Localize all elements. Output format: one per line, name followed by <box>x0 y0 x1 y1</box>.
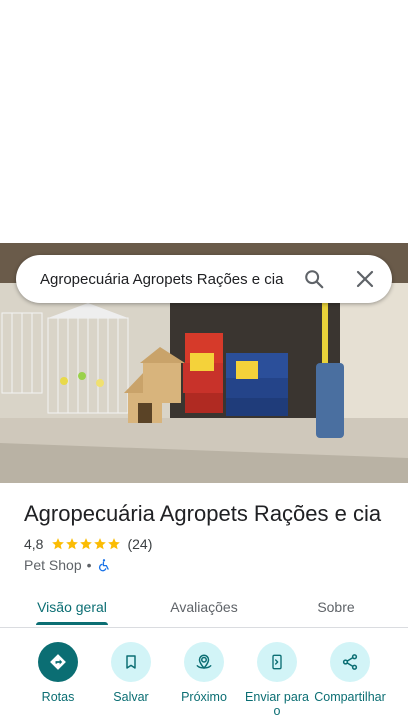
search-input[interactable]: Agropecuária Agropets Rações e cia <box>40 271 290 288</box>
star-icon <box>94 538 107 550</box>
star-icon <box>108 538 121 550</box>
send-to-phone-icon <box>272 654 282 670</box>
tab-about[interactable]: Sobre <box>296 586 376 628</box>
nearby-icon <box>196 654 212 670</box>
place-category: Pet Shop <box>24 557 82 573</box>
separator-dot: • <box>86 557 92 573</box>
wheelchair-accessible-icon[interactable] <box>97 558 111 572</box>
star-icon <box>80 538 93 550</box>
place-title: Agropecuária Agropets Rações e cia <box>24 501 382 526</box>
rating-row[interactable]: 4,8 (24) <box>24 535 152 553</box>
save-circle <box>111 642 151 682</box>
directions-circle <box>38 642 78 682</box>
search-icon[interactable] <box>302 267 326 291</box>
close-icon[interactable] <box>353 267 377 291</box>
directions-button[interactable]: Rotas <box>18 642 98 704</box>
star-rating <box>51 537 121 551</box>
send-to-phone-label: Enviar para o <box>245 690 309 718</box>
nearby-label: Próximo <box>181 690 227 704</box>
search-bar[interactable]: Agropecuária Agropets Rações e cia <box>16 255 392 303</box>
nearby-button[interactable]: Próximo <box>164 642 244 704</box>
action-bar: Rotas Salvar Próximo Enviar para o Compa… <box>0 642 408 726</box>
review-count[interactable]: (24) <box>127 536 152 552</box>
directions-label: Rotas <box>41 690 75 704</box>
save-label: Salvar <box>113 690 149 704</box>
share-icon <box>342 654 358 670</box>
share-label: Compartilhar <box>314 690 386 704</box>
star-icon <box>52 538 65 550</box>
bookmark-icon <box>126 655 136 669</box>
rating-value: 4,8 <box>24 536 44 552</box>
send-to-phone-button[interactable]: Enviar para o <box>237 642 317 718</box>
directions-icon <box>50 654 66 670</box>
blank-area <box>0 0 408 243</box>
nearby-circle <box>184 642 224 682</box>
share-circle <box>330 642 370 682</box>
tab-reviews[interactable]: Avaliações <box>156 586 252 628</box>
share-button[interactable]: Compartilhar <box>310 642 390 704</box>
star-icon <box>66 538 79 550</box>
send-to-phone-circle <box>257 642 297 682</box>
active-tab-indicator <box>36 622 108 625</box>
save-button[interactable]: Salvar <box>91 642 171 704</box>
category-row: Pet Shop • <box>24 556 111 574</box>
